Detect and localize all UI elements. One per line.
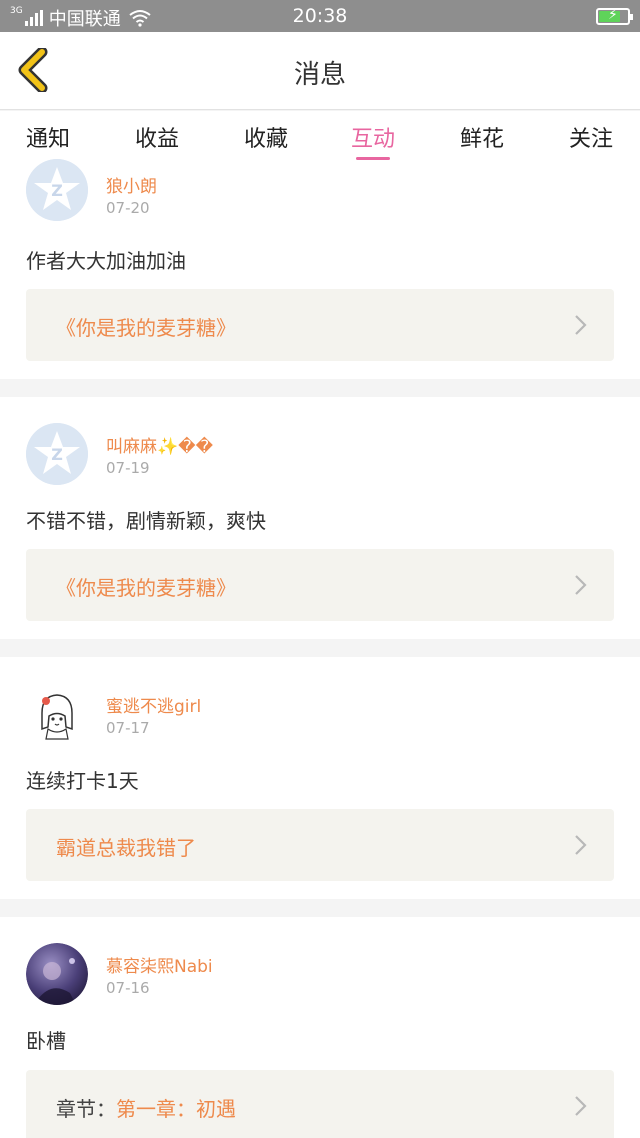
tab-notifications[interactable]: 通知 — [3, 121, 93, 153]
username[interactable]: 慕容柒熙Nabi — [106, 952, 213, 977]
avatar[interactable] — [26, 943, 88, 1005]
tab-favorites[interactable]: 收藏 — [221, 121, 311, 153]
message-card: 蜜逃不逃girl 07-17 连续打卡1天 霸道总裁我错了 — [0, 657, 640, 899]
chapter-prefix: 章节： — [56, 1097, 116, 1121]
chapter-link[interactable]: 章节：第一章：初遇 — [26, 1070, 614, 1138]
battery-icon: ⚡ — [596, 7, 633, 25]
book-link[interactable]: 霸道总裁我错了 — [26, 809, 614, 881]
comment-text: 卧槽 — [26, 1029, 66, 1053]
message-date: 07-19 — [106, 459, 150, 477]
avatar[interactable]: Z — [26, 159, 88, 221]
message-date: 07-17 — [106, 719, 150, 737]
tab-interactions[interactable]: 互动 — [328, 121, 418, 153]
default-avatar-icon: Z — [26, 159, 88, 221]
book-link[interactable]: 《你是我的麦芽糖》 — [26, 549, 614, 621]
book-title: 《你是我的麦芽糖》 — [56, 316, 236, 340]
comment-text: 作者大大加油加油 — [26, 249, 186, 273]
message-card: Z 叫麻麻✨�� 07-19 不错不错，剧情新颖，爽快 《你是我的麦芽糖》 — [0, 397, 640, 639]
book-title: 霸道总裁我错了 — [56, 836, 196, 860]
status-bar: 3G 中国联通 20:38 ⚡ — [0, 0, 640, 32]
svg-text:Z: Z — [51, 181, 63, 200]
nav-bar: 消息 — [0, 32, 640, 110]
page-title: 消息 — [293, 60, 346, 90]
default-avatar-icon: Z — [26, 423, 88, 485]
photo-avatar-icon — [26, 943, 88, 1005]
message-date: 07-20 — [106, 199, 150, 217]
chevron-right-icon — [575, 575, 587, 595]
username[interactable]: 蜜逃不逃girl — [106, 692, 201, 717]
tab-flowers[interactable]: 鲜花 — [437, 121, 527, 153]
charging-icon: ⚡ — [608, 7, 618, 23]
avatar[interactable] — [26, 683, 88, 745]
book-link[interactable]: 《你是我的麦芽糖》 — [26, 289, 614, 361]
tab-bar: 通知 收益 收藏 互动 鲜花 关注 — [0, 111, 640, 163]
message-date: 07-16 — [106, 979, 150, 997]
username[interactable]: 狼小朗 — [106, 172, 157, 197]
cartoon-girl-avatar-icon — [26, 683, 88, 745]
svg-text:Z: Z — [51, 445, 63, 464]
comment-text: 连续打卡1天 — [26, 769, 139, 793]
message-card: Z 狼小朗 07-20 作者大大加油加油 《你是我的麦芽糖》 — [0, 159, 640, 379]
clock: 20:38 — [292, 5, 348, 27]
active-tab-indicator — [356, 157, 390, 160]
chevron-right-icon — [575, 835, 587, 855]
chapter-title: 第一章：初遇 — [116, 1097, 236, 1121]
avatar[interactable]: Z — [26, 423, 88, 485]
message-card: 慕容柒熙Nabi 07-16 卧槽 章节：第一章：初遇 — [0, 917, 640, 1138]
username[interactable]: 叫麻麻✨�� — [106, 432, 213, 457]
tab-following[interactable]: 关注 — [546, 121, 636, 153]
chevron-right-icon — [575, 315, 587, 335]
book-title: 《你是我的麦芽糖》 — [56, 576, 236, 600]
chevron-right-icon — [575, 1096, 587, 1116]
tab-earnings[interactable]: 收益 — [112, 121, 202, 153]
comment-text: 不错不错，剧情新颖，爽快 — [26, 509, 266, 533]
